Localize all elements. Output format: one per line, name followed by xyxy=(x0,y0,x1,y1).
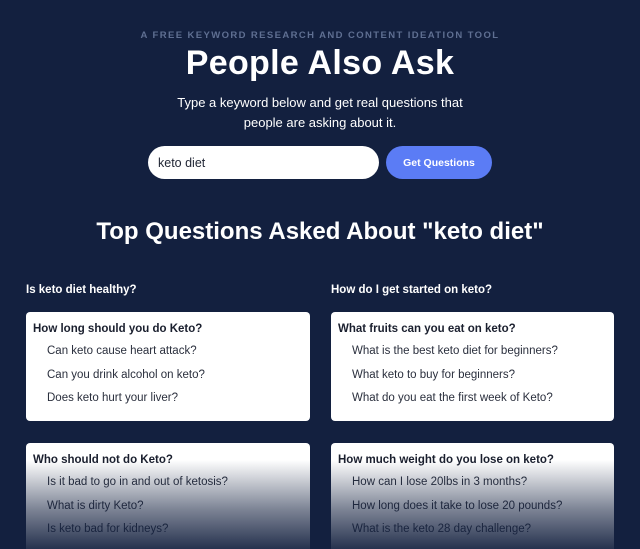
page-title: People Also Ask xyxy=(185,44,455,82)
question-item[interactable]: What keto to buy for beginners? xyxy=(338,368,607,382)
get-questions-button[interactable]: Get Questions xyxy=(386,146,492,179)
subtitle-line-1: Type a keyword below and get real questi… xyxy=(177,95,463,110)
question-item[interactable]: Is it bad to go in and out of ketosis? xyxy=(33,475,303,489)
question-card: What fruits can you eat on keto? What is… xyxy=(331,312,614,421)
page-subtitle: Type a keyword below and get real questi… xyxy=(0,93,640,133)
question-item[interactable]: Can you drink alcohol on keto? xyxy=(33,368,303,382)
column-heading-left[interactable]: Is keto diet healthy? xyxy=(26,284,137,296)
card-title[interactable]: Who should not do Keto? xyxy=(33,454,303,466)
eyebrow-tagline: A FREE KEYWORD RESEARCH AND CONTENT IDEA… xyxy=(140,30,500,41)
card-title[interactable]: How much weight do you lose on keto? xyxy=(338,454,607,466)
results-section-title: Top Questions Asked About "keto diet" xyxy=(96,218,544,245)
card-title[interactable]: What fruits can you eat on keto? xyxy=(338,323,607,335)
question-item[interactable]: Can keto cause heart attack? xyxy=(33,344,303,358)
question-card: How much weight do you lose on keto? How… xyxy=(331,443,614,549)
page: A FREE KEYWORD RESEARCH AND CONTENT IDEA… xyxy=(0,0,640,549)
question-item[interactable]: What do you eat the first week of Keto? xyxy=(338,391,607,405)
card-title[interactable]: How long should you do Keto? xyxy=(33,323,303,335)
keyword-search-input[interactable] xyxy=(148,146,379,179)
question-card: Who should not do Keto? Is it bad to go … xyxy=(26,443,310,549)
question-item[interactable]: Does keto hurt your liver? xyxy=(33,391,303,405)
question-item[interactable]: What is dirty Keto? xyxy=(33,499,303,513)
question-item[interactable]: How long does it take to lose 20 pounds? xyxy=(338,499,607,513)
question-item[interactable]: What is the best keto diet for beginners… xyxy=(338,344,607,358)
question-item[interactable]: Is keto bad for kidneys? xyxy=(33,522,303,536)
question-item[interactable]: How can I lose 20lbs in 3 months? xyxy=(338,475,607,489)
question-card: How long should you do Keto? Can keto ca… xyxy=(26,312,310,421)
subtitle-line-2: people are asking about it. xyxy=(243,115,397,130)
question-item[interactable]: What is the keto 28 day challenge? xyxy=(338,522,607,536)
column-heading-right[interactable]: How do I get started on keto? xyxy=(331,284,492,296)
